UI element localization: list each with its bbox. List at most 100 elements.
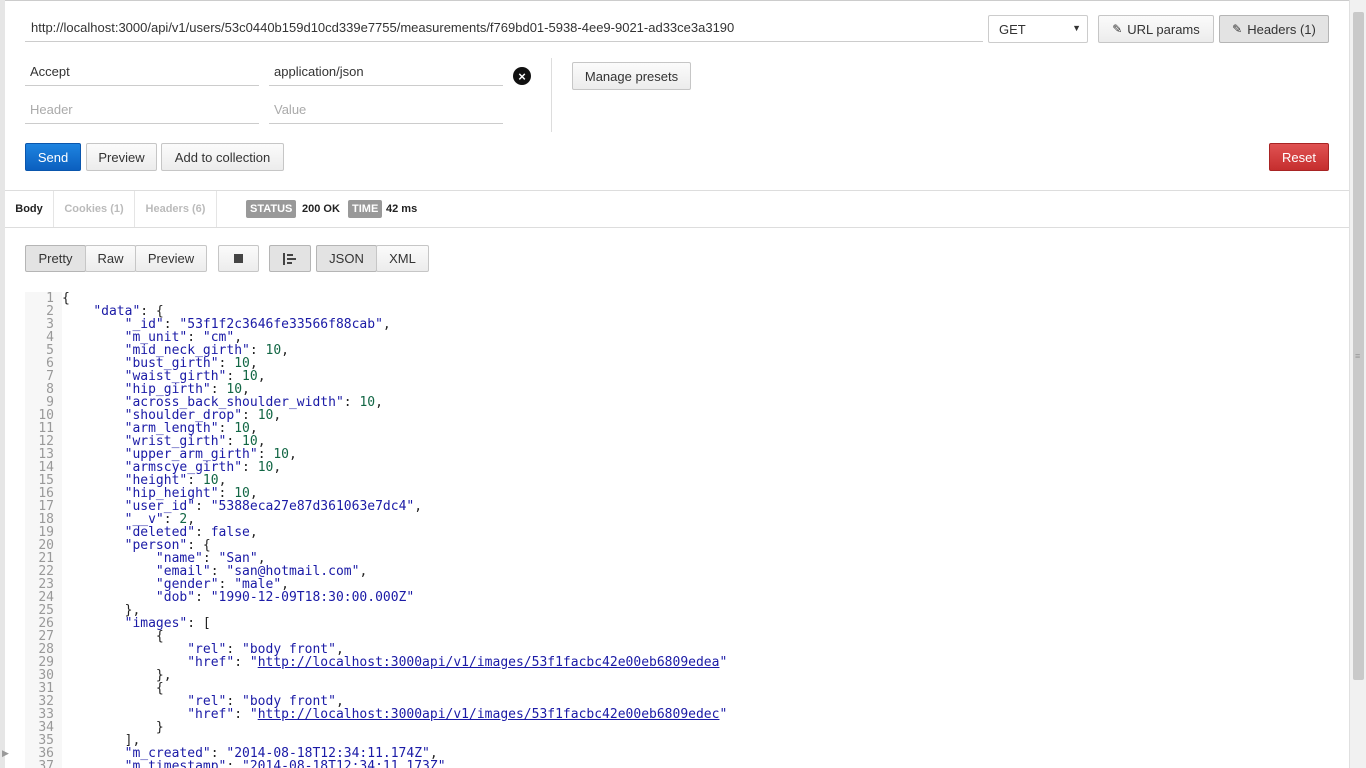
fullscreen-button[interactable]	[218, 245, 259, 272]
headers-label: Headers (1)	[1247, 21, 1316, 37]
code-token: :	[234, 655, 250, 670]
wrap-lines-button[interactable]	[269, 245, 311, 272]
xml-format-button[interactable]: XML	[376, 245, 429, 272]
xml-label: XML	[389, 251, 416, 266]
code-token: ,	[375, 395, 383, 410]
scroll-thumb[interactable]	[1353, 12, 1364, 680]
code-line: "waist_girth": 10,	[62, 370, 1350, 383]
code-token: "dob"	[155, 590, 196, 605]
code-token: :	[343, 395, 360, 410]
add-to-collection-button[interactable]: Add to collection	[161, 143, 284, 171]
raw-button[interactable]: Raw	[85, 245, 136, 272]
code-token: "	[719, 707, 728, 722]
tab-body-label: Body	[15, 203, 43, 215]
header-value-field[interactable]	[269, 58, 503, 86]
line-number: 37	[38, 759, 54, 768]
response-body[interactable]: 1 2 3 4 5 6 7 8 9 10 11 12 13 14 15 16 17 18 19 20 21 22 23 24 2…	[25, 292, 1350, 768]
url-input[interactable]	[25, 14, 983, 42]
pretty-label: Pretty	[38, 251, 73, 266]
divider	[216, 191, 217, 227]
code-token: ,	[281, 343, 289, 358]
code-line: {	[62, 292, 1350, 305]
code-line: "armscye_girth": 10,	[62, 461, 1350, 474]
code-line: "href": "http://localhost:3000api/v1/ima…	[62, 656, 1350, 669]
code-token: ,	[249, 525, 258, 540]
code-token: :	[195, 499, 211, 514]
code-token: 10	[265, 343, 282, 358]
code-line: },	[62, 604, 1350, 617]
manage-presets-button[interactable]: Manage presets	[572, 62, 691, 90]
scrollbar[interactable]: ≡	[1349, 0, 1366, 768]
code-token: 10	[359, 395, 376, 410]
remove-header-icon[interactable]: ×	[513, 67, 531, 85]
code-line: }	[62, 721, 1350, 734]
code-token: :	[234, 707, 250, 722]
code-token: "2014-08-18T12:34:11.173Z"	[242, 759, 446, 768]
code-token: "5388eca27e87d361063e7dc4"	[210, 499, 415, 514]
pretty-button[interactable]: Pretty	[25, 245, 86, 272]
reset-button[interactable]: Reset	[1269, 143, 1329, 171]
line-numbers: 1 2 3 4 5 6 7 8 9 10 11 12 13 14 15 16 17 18 19 20 21 22 23 24 2…	[25, 292, 55, 768]
fullscreen-icon	[234, 254, 243, 263]
code-token: ,	[273, 460, 282, 475]
code-token: "href"	[187, 707, 235, 722]
send-button[interactable]: Send	[25, 143, 81, 171]
new-header-key-field[interactable]	[25, 96, 259, 124]
tab-headers-label: Headers (6)	[145, 203, 206, 215]
code-line: "deleted": false,	[62, 526, 1350, 539]
code-token: ,	[273, 408, 282, 423]
code-token: 10	[257, 460, 274, 475]
code-link[interactable]: http://localhost:3000api/v1/images/53f1f…	[258, 707, 720, 722]
code-link[interactable]: http://localhost:3000api/v1/images/53f1f…	[258, 655, 720, 670]
header-key-field[interactable]	[25, 58, 259, 86]
top-border	[5, 0, 1350, 5]
code-token: "	[719, 655, 728, 670]
code-line: "_id": "53f1f2c3646fe33566f88cab",	[62, 318, 1350, 331]
tab-cookies[interactable]: Cookies (1)	[53, 191, 134, 227]
new-header-value-field[interactable]	[269, 96, 503, 124]
url-params-button[interactable]: ✎ URL params	[1098, 15, 1214, 43]
raw-label: Raw	[97, 251, 124, 266]
code-line: "user_id": "5388eca27e87d361063e7dc4",	[62, 500, 1350, 513]
method-value: GET	[999, 22, 1026, 37]
code-token: "href"	[187, 655, 235, 670]
code-token: ,	[382, 317, 391, 332]
code-line: "m_timestamp": "2014-08-18T12:34:11.173Z…	[62, 760, 1350, 768]
code-token: false	[210, 525, 250, 540]
manage-presets-label: Manage presets	[584, 68, 679, 84]
edit-icon: ✎	[1112, 22, 1123, 36]
preview-label: Preview	[98, 149, 145, 165]
preview-response-label: Preview	[147, 251, 195, 266]
code-line: "dob": "1990-12-09T18:30:00.000Z"	[62, 591, 1350, 604]
edit-icon: ✎	[1232, 22, 1243, 36]
divider	[551, 58, 552, 132]
json-format-button[interactable]: JSON	[316, 245, 377, 272]
add-to-collection-label: Add to collection	[174, 149, 271, 165]
url-params-label: URL params	[1127, 21, 1200, 37]
code-line: },	[62, 669, 1350, 682]
code-token: :	[242, 460, 258, 475]
code-token: ,	[289, 447, 297, 462]
code-token: "	[249, 655, 258, 670]
code-line: "href": "http://localhost:3000api/v1/ima…	[62, 708, 1350, 721]
method-select[interactable]: GET ▼	[988, 15, 1088, 43]
code-token: ,	[257, 369, 266, 384]
preview-response-button[interactable]: Preview	[135, 245, 207, 272]
code-token: :	[226, 759, 243, 768]
tab-body[interactable]: Body	[5, 191, 53, 227]
code-token: : [	[187, 616, 211, 631]
preview-button[interactable]: Preview	[86, 143, 157, 171]
wrap-lines-icon	[283, 252, 296, 265]
code-token: ,	[359, 564, 368, 579]
expand-sidebar-icon[interactable]: ▶	[2, 748, 9, 759]
status-value: 200 OK	[302, 203, 340, 215]
tab-cookies-label: Cookies (1)	[64, 203, 124, 215]
status-badge: STATUS	[246, 200, 297, 218]
code-lines: { "data": { "_id": "53f1f2c3646fe33566f8…	[62, 292, 1350, 768]
tab-headers[interactable]: Headers (6)	[134, 191, 216, 227]
code-token: :	[195, 590, 211, 605]
send-label: Send	[37, 149, 69, 165]
headers-button[interactable]: ✎ Headers (1)	[1219, 15, 1329, 43]
chevron-down-icon: ▼	[1072, 23, 1081, 33]
